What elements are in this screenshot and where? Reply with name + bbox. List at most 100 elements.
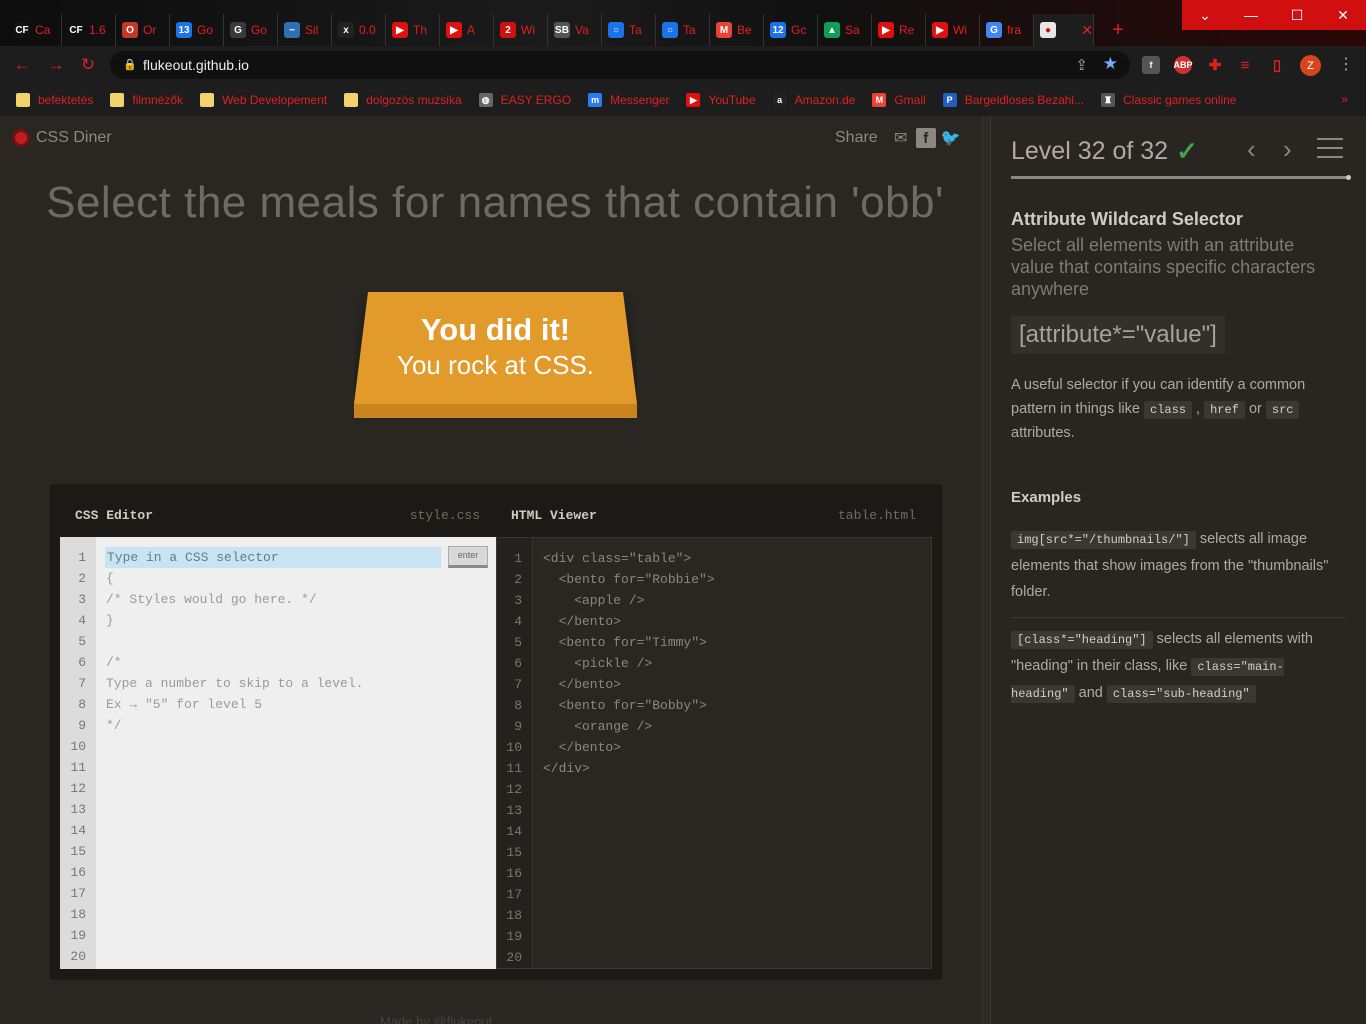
browser-tab[interactable]: CF 1.6 [62,14,116,46]
browser-tab[interactable]: 13 Go [170,14,224,46]
tab-title: Wi [953,23,967,37]
more-bookmarks-icon[interactable]: » [1341,92,1348,106]
next-level-icon[interactable]: › [1283,134,1292,165]
bookmark-star-icon[interactable]: ★ [1103,54,1118,74]
page-content: CSS Diner Share ✉ f 🐦 Select the meals f… [0,116,1366,1024]
tab-search-chevron-icon[interactable]: ⌄ [1182,0,1228,30]
browser-tab[interactable]: ▶ Th [386,14,440,46]
browser-tab[interactable]: ▲ Sa [818,14,872,46]
browser-tab[interactable]: ○ Ta [602,14,656,46]
puzzle-extension-icon[interactable]: ✚ [1206,56,1224,74]
code-line: <orange /> [543,719,653,734]
bookmark-item[interactable]: ◍ EASY ERGO [478,93,571,107]
code-line: <bento for="Timmy"> [543,635,707,650]
footer-credit[interactable]: Made by @flukeout [380,1014,492,1024]
lock-icon: 🔒 [123,59,137,71]
html-viewer-title: HTML Viewer [511,508,597,523]
browser-tab[interactable]: Gfra [980,14,1034,46]
site-logo[interactable]: CSS Diner [12,129,112,147]
tab-active[interactable]: ● ✕ [1034,14,1094,46]
back-button[interactable]: ← [12,55,32,75]
minimize-button[interactable]: — [1228,0,1274,30]
line-number: 2 [514,572,522,587]
tab-title: Th [413,23,428,37]
url-text[interactable]: flukeout.github.io [143,57,249,73]
share-icon[interactable]: ⇪ [1075,56,1088,74]
forward-button[interactable]: → [46,55,66,75]
bookmark-item[interactable]: dolgozós muzsika [344,93,462,107]
browser-tab[interactable]: O Or [116,14,170,46]
line-number: 16 [506,866,522,881]
enter-button[interactable]: enter [448,546,488,568]
level-text: Level 32 of 32 [1011,137,1169,165]
tab-favicon-icon: ▶ [878,22,894,38]
maximize-button[interactable]: ☐ [1274,0,1320,30]
paypal-icon: P [942,93,957,107]
tab-favicon-icon: O [122,22,138,38]
bookmark-item[interactable]: M Gmail [872,93,926,107]
tab-favicon-icon: ~ [284,22,300,38]
code-line: </bento> [543,677,622,692]
css-editor-pane: 1 2 3 4 5 6 7 8 9 10 11 12 13 14 15 16 17 18 19 20 {/* Styl… [60,537,496,969]
selector-hint: A useful selector if you can identify a … [1011,374,1341,446]
bookmark-item[interactable]: befektetés [16,93,93,107]
css-editor-title: CSS Editor [75,508,154,523]
css-selector-input[interactable] [105,547,441,568]
dining-table: You did it! You rock at CSS. [354,292,637,422]
browser-tab[interactable]: G Go [224,14,278,46]
bookmark-item[interactable]: a Amazon.de [772,93,855,107]
tab-favicon-icon: ▶ [932,22,948,38]
example-item: [class*="heading"] selects all elements … [1011,626,1346,707]
bookmark-item[interactable]: m Messenger [588,93,669,107]
reading-list-icon[interactable]: ≡ [1236,56,1254,74]
bookmark-item[interactable]: filmnézők [110,93,183,107]
line-number: 11 [506,761,522,776]
browser-tab[interactable]: 12 Gc [764,14,818,46]
browser-tab[interactable]: CF Ca [8,14,62,46]
youtube-icon: ▶ [686,93,701,107]
facebook-icon[interactable]: f [915,128,936,148]
bookmark-item[interactable]: ♜ Classic games online [1101,93,1236,107]
examples-title: Examples [1011,489,1082,506]
new-tab-button[interactable]: + [1108,20,1128,40]
profile-avatar[interactable]: Z [1300,55,1321,76]
globe-icon: ◍ [478,93,493,107]
bookmark-item[interactable]: ▶ YouTube [686,93,756,107]
browser-tab[interactable]: 2 Wi [494,14,548,46]
browser-tab[interactable]: x 0.0 [332,14,386,46]
tab-title: 0.0 [359,23,376,37]
tab-favicon-icon: ▲ [824,22,840,38]
browser-tab[interactable]: ▶ A [440,14,494,46]
tab-close-icon[interactable]: ✕ [1081,22,1093,39]
browser-tab[interactable]: M Be [710,14,764,46]
tab-title: Re [899,23,915,37]
bookmark-label: Web Developement [222,93,328,107]
browser-tab[interactable]: ▶ Re [872,14,926,46]
browser-tab[interactable]: ▶ Wi [926,14,980,46]
line-number: 8 [78,697,86,712]
browser-tab[interactable]: ~ Sil [278,14,332,46]
bookmark-item[interactable]: P Bargeldloses Bezahl... [942,93,1084,107]
close-window-button[interactable]: ✕ [1320,0,1366,30]
browser-tab[interactable]: ○ Ta [656,14,710,46]
line-number: 14 [506,824,522,839]
facebook-extension-icon[interactable]: f [1142,56,1160,74]
hint-text: or [1244,400,1266,417]
hint-code-src: src [1265,400,1300,419]
adblock-extension-icon[interactable]: ABP [1174,56,1193,74]
email-icon[interactable]: ✉ [891,128,911,148]
win-heading: You did it! [420,312,571,347]
reload-button[interactable]: ↻ [78,55,98,75]
bookmark-item[interactable]: Web Developement [200,93,327,107]
twitter-icon[interactable]: 🐦 [941,128,961,148]
line-number: 6 [78,655,86,670]
address-bar[interactable]: 🔒 flukeout.github.io ⇪ ★ [110,51,1130,79]
panel-divider[interactable] [982,116,990,1024]
side-panel-icon[interactable]: ▯ [1268,56,1286,74]
checkmark-icon: ✓ [1176,136,1198,166]
previous-level-icon[interactable]: ‹ [1247,134,1256,165]
browser-tab[interactable]: SB Va [548,14,602,46]
browser-menu-icon[interactable]: ⋮ [1338,54,1354,74]
level-menu-icon[interactable] [1317,138,1343,158]
